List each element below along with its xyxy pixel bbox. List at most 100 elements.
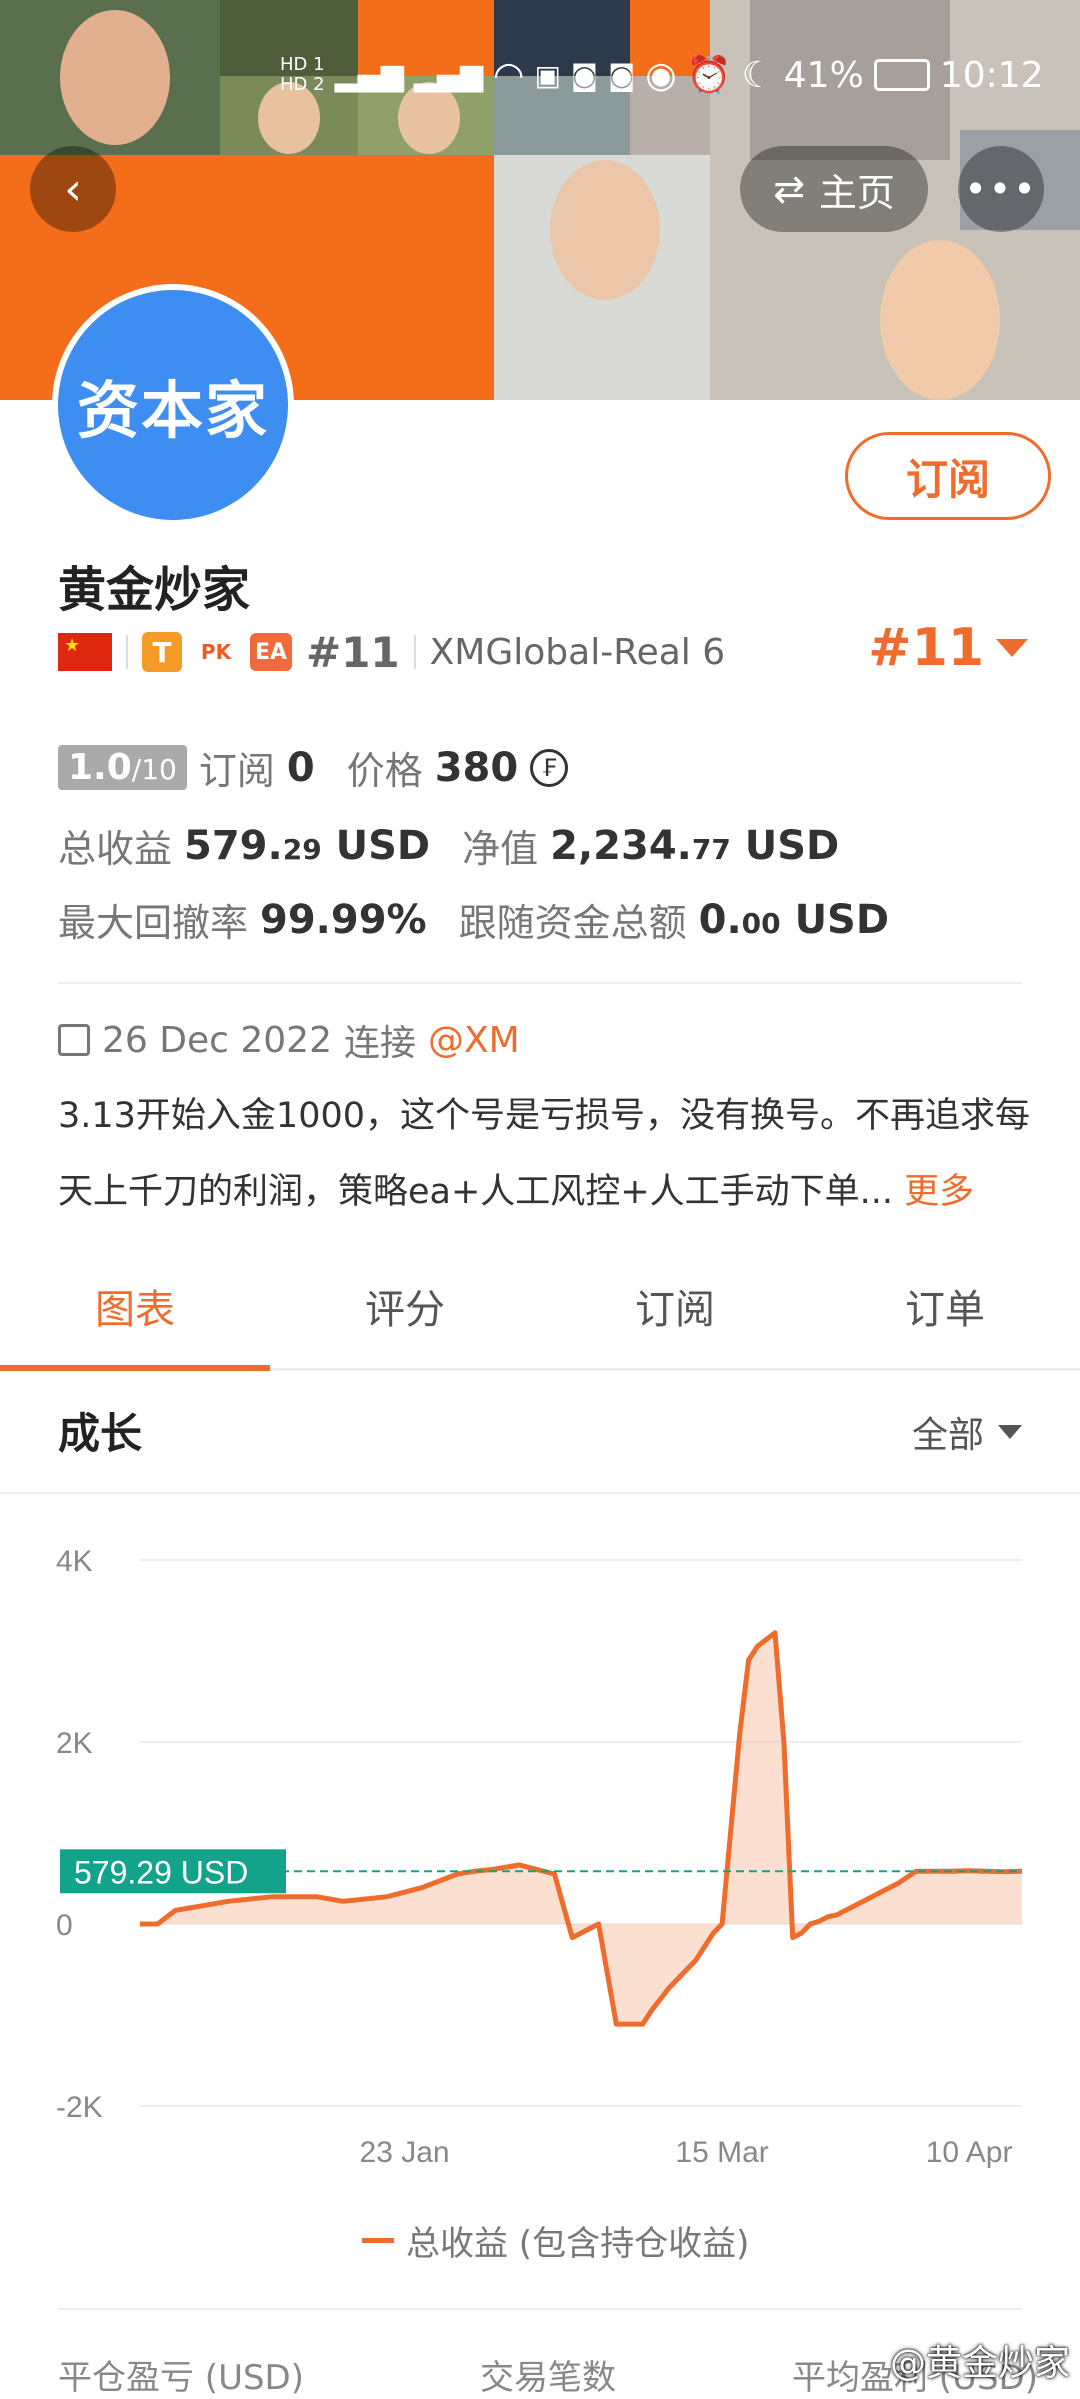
- profit-area: [140, 1632, 1022, 2025]
- dropdown-arrow-icon: [996, 639, 1028, 657]
- stats-row-1: 1.0/10 订阅 0 价格 380 ₣: [58, 740, 569, 795]
- eye-icon: ◉: [645, 54, 677, 96]
- drawdown-value: 99.99%: [260, 896, 427, 943]
- dropdown-arrow-icon: [998, 1425, 1022, 1439]
- avatar-text: 资本家: [76, 374, 269, 447]
- follow-label: 跟随资金总额: [458, 901, 687, 945]
- connect-label: 连接: [343, 1023, 416, 1064]
- moon-icon: ☾: [741, 54, 774, 96]
- tab-rating[interactable]: 评分: [270, 1262, 540, 1368]
- current-value-label: 579.29 USD: [74, 1854, 248, 1890]
- tab-bar: 图表 评分 订阅 订单: [0, 1262, 1080, 1371]
- watermark: @黄金炒家: [889, 2343, 1070, 2384]
- divider: [126, 635, 128, 669]
- clock: 10:12: [939, 54, 1044, 96]
- y-axis: 4K 2K 0 -2K: [56, 1545, 103, 2124]
- chart-grid: [140, 1559, 1022, 2107]
- chevron-left-icon: ‹: [64, 163, 82, 215]
- description-line-1: 3.13开始入金1000，这个号是亏损号，没有换号。不再追求每: [58, 1096, 1031, 1136]
- follow-main: 0.: [698, 896, 742, 943]
- legend-swatch: [362, 2238, 394, 2243]
- follow-dec: 00: [741, 906, 781, 940]
- drawdown-label: 最大回撤率: [58, 901, 249, 945]
- y-tick-label: 2K: [56, 1727, 93, 1760]
- rank-label: #11: [306, 627, 400, 677]
- score-value: 1.0: [68, 747, 132, 788]
- range-label: 全部: [911, 1415, 984, 1456]
- equity-main: 2,234.: [550, 822, 692, 869]
- subscribers-count: 0: [286, 744, 315, 791]
- home-label: 主页: [818, 170, 895, 215]
- description-line-2: 天上千刀的利润，策略ea+人工风控+人工手动下单... 更多: [58, 1154, 1048, 1230]
- sim2-label: HD 2: [280, 74, 325, 95]
- app-icon-3: ◙: [608, 58, 636, 92]
- total-profit-dec: 29: [282, 832, 322, 866]
- y-tick-label: 0: [56, 1909, 73, 1942]
- app-icon: ▣: [534, 58, 561, 92]
- more-dots-icon: •••: [964, 167, 1038, 211]
- rank-dropdown[interactable]: #11: [868, 618, 1028, 678]
- x-tick-label: 23 Jan: [360, 2136, 450, 2169]
- x-tick-label: 15 Mar: [675, 2136, 768, 2169]
- calendar-icon: [58, 1024, 90, 1056]
- status-bar: HD 1 HD 2 ▂▄▆ ▂▄▆ ◠ ▣ ◙ ◙ ◉ ⏰ ☾ 41% 10:1…: [280, 40, 1060, 110]
- signal-icon-2: ▂▄▆: [413, 57, 484, 93]
- score-badge: 1.0/10: [58, 745, 187, 790]
- connect-date: 26 Dec 2022: [102, 1019, 332, 1061]
- signal-icon: ▂▄▆: [334, 57, 404, 93]
- coin-icon: ₣: [530, 748, 569, 787]
- growth-title: 成长: [58, 1409, 143, 1458]
- total-profit-value: 579.29 USD: [184, 823, 430, 869]
- subscribe-label: 订阅: [905, 454, 990, 504]
- subscribers-label: 订阅: [198, 749, 275, 793]
- swap-icon: ⇄: [773, 167, 805, 211]
- x-axis: 23 Jan 15 Mar 10 Apr: [360, 2136, 1013, 2169]
- stats-row-2: 总收益 579.29 USD 净值 2,234.77 USD: [58, 818, 839, 873]
- equity-dec: 77: [691, 832, 731, 866]
- growth-chart: 4K 2K 0 -2K 23 Jan 15 Mar 10 Apr 579.29 USD: [56, 1545, 1023, 2169]
- connect-row: 26 Dec 2022 连接 @XM: [58, 1014, 520, 1066]
- china-flag-icon: ★: [58, 633, 112, 671]
- equity-unit: USD: [744, 822, 840, 869]
- person-photo-5: [880, 240, 1000, 400]
- section-divider: [58, 982, 1022, 984]
- app-icon-2: ◙: [570, 58, 599, 92]
- subscribe-button[interactable]: 订阅: [845, 432, 1051, 520]
- alarm-icon: ⏰: [686, 55, 732, 96]
- battery-icon: [873, 59, 930, 91]
- range-dropdown[interactable]: 全部: [912, 1406, 1022, 1458]
- person-photo-1: [60, 10, 170, 145]
- score-max: /10: [131, 753, 177, 786]
- tab-chart[interactable]: 图表: [0, 1262, 270, 1371]
- home-button[interactable]: ⇄ 主页: [740, 146, 928, 232]
- total-profit-unit: USD: [335, 822, 431, 869]
- total-profit-label: 总收益: [58, 827, 173, 871]
- person-photo-4: [550, 160, 660, 300]
- more-button[interactable]: •••: [958, 146, 1044, 232]
- more-link[interactable]: 更多: [904, 1172, 974, 1212]
- avatar[interactable]: 资本家: [58, 290, 288, 520]
- stats-row-3: 最大回撤率 99.99% 跟随资金总额 0.00 USD: [58, 892, 889, 947]
- footer-divider: [58, 2308, 1022, 2310]
- sim1-label: HD 1: [280, 54, 325, 75]
- broker-link[interactable]: @XM: [428, 1020, 520, 1061]
- battery-percent: 41%: [783, 54, 864, 96]
- wifi-icon: ◠: [493, 54, 525, 96]
- total-profit-main: 579.: [184, 822, 283, 869]
- back-button[interactable]: ‹: [30, 146, 116, 232]
- follow-value: 0.00 USD: [699, 897, 889, 943]
- description-line-2-text: 天上千刀的利润，策略ea+人工风控+人工手动下单...: [58, 1172, 894, 1212]
- price-value: 380: [434, 744, 519, 791]
- tab-orders[interactable]: 订单: [810, 1262, 1080, 1368]
- divider-2: [413, 635, 416, 669]
- y-tick-label: 4K: [56, 1545, 93, 1578]
- server-label: XMGlobal-Real 6: [429, 631, 726, 673]
- tab-subscribe[interactable]: 订阅: [540, 1262, 810, 1368]
- ea-badge: EA: [250, 633, 292, 671]
- trader-name: 黄金炒家: [58, 562, 251, 618]
- t-badge: T: [142, 632, 182, 672]
- equity-label: 净值: [462, 827, 539, 871]
- equity-value: 2,234.77 USD: [550, 823, 839, 869]
- y-tick-label: -2K: [56, 2091, 103, 2124]
- x-tick-label: 10 Apr: [926, 2136, 1013, 2169]
